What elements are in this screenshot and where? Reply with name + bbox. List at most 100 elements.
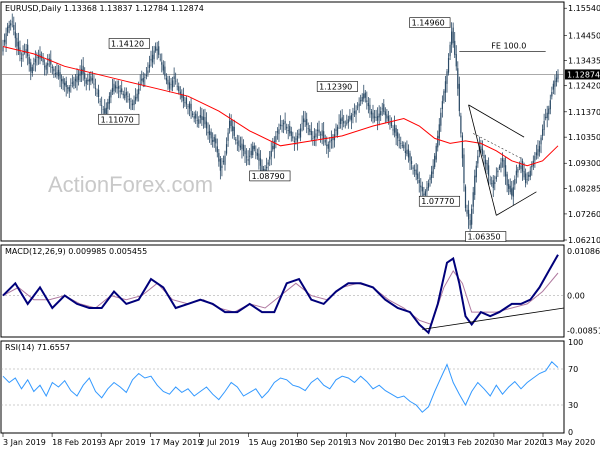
candle-body (127, 96, 129, 97)
macd-tick-label: -0.008516 (567, 327, 600, 336)
candle-body (77, 73, 80, 81)
candle-body (258, 153, 260, 161)
candle-body (170, 84, 172, 85)
candle-body (13, 24, 15, 30)
candle-body (64, 82, 66, 86)
candle-body (329, 141, 331, 143)
rsi-tick-label: 0 (568, 428, 573, 437)
candle-body (390, 121, 393, 126)
candle-body (230, 119, 232, 126)
candle-body (321, 130, 323, 136)
candle-body (22, 53, 24, 56)
candle-body (93, 83, 95, 85)
candle-body (259, 158, 262, 166)
candle-body (498, 166, 501, 168)
price-tick-label: 1.08285 (568, 184, 600, 193)
candle-body (364, 92, 366, 98)
candle-body (233, 126, 235, 136)
candle-body (557, 74, 559, 79)
candle-body (340, 118, 342, 125)
candle-body (28, 57, 30, 64)
candle-body (430, 171, 433, 178)
candle-body (293, 140, 295, 142)
candle-body (8, 24, 10, 28)
candle-body (42, 58, 44, 63)
date-tick-label: 30 Mar 2020 (494, 438, 545, 447)
candle-body (151, 54, 154, 63)
candle-body (57, 69, 60, 77)
candle-body (398, 139, 400, 141)
price-panel-frame (0, 1, 565, 242)
candle-body (97, 89, 100, 97)
candle-body (423, 193, 425, 196)
candle-body (417, 173, 419, 179)
candle-body (310, 130, 312, 136)
date-tick-label: 17 May 2019 (150, 438, 202, 447)
candle-body (202, 116, 205, 121)
price-layer: 1.14960 1.14120 1.12390 1.11070 1.08790 1.077… (1, 13, 564, 242)
candle-body (161, 62, 163, 65)
candle-body (538, 145, 541, 152)
candle-body (47, 63, 49, 66)
candle-body (130, 100, 132, 102)
candle-body (108, 96, 110, 104)
candle-body (299, 128, 302, 138)
candle-body (350, 115, 353, 121)
candle-body (437, 135, 439, 148)
candle-body (429, 177, 431, 180)
candle-body (2, 46, 4, 52)
rsi-layer (1, 361, 564, 413)
candle-body (60, 79, 63, 82)
candle-body (198, 119, 200, 124)
candle-body (173, 76, 175, 80)
candle-body (383, 104, 385, 112)
candle-body (424, 191, 427, 196)
candle-body (261, 165, 263, 171)
candle-body (555, 77, 558, 82)
candle-body (201, 116, 203, 120)
candle-body (514, 178, 516, 185)
candle-body (421, 186, 423, 192)
candle-body (122, 93, 124, 96)
candle-body (208, 131, 211, 136)
candle-body (535, 152, 538, 156)
candle-body (245, 156, 248, 158)
candle-body (549, 100, 551, 110)
candle-body (546, 112, 548, 119)
candle-body (20, 57, 23, 59)
candle-body (84, 73, 86, 79)
candle-body (508, 184, 510, 189)
candle-body (238, 140, 240, 146)
candle-body (356, 106, 359, 108)
moving-average-line (2, 46, 559, 167)
candle-body (346, 122, 348, 124)
candle-body (241, 143, 243, 150)
candle-body (229, 121, 231, 129)
macd-tick-label: 0.010866 (567, 247, 600, 256)
candle-body (148, 64, 151, 68)
candle-body (44, 66, 46, 68)
candle-body (188, 103, 191, 109)
candle-body (213, 136, 215, 142)
candle-body (420, 185, 422, 188)
candle-body (515, 170, 517, 176)
candle-body (467, 209, 470, 220)
candle-body (284, 121, 286, 124)
candle-body (73, 81, 75, 86)
candle-body (380, 111, 382, 116)
candle-body (389, 122, 391, 124)
annotation-label: FE 100.0 (491, 41, 526, 50)
candle-body (67, 87, 69, 89)
candle-body (309, 128, 311, 132)
candle-body (460, 115, 462, 134)
candle-body (446, 71, 448, 84)
candle-body (68, 87, 70, 92)
candle-body (506, 174, 508, 186)
candle-body (156, 48, 158, 51)
candle-body (316, 129, 319, 131)
candle-body (282, 123, 285, 125)
candle-body (349, 116, 351, 120)
candle-body (11, 21, 13, 23)
rsi-tick-label: 30 (568, 401, 578, 410)
candle-body (187, 106, 189, 107)
